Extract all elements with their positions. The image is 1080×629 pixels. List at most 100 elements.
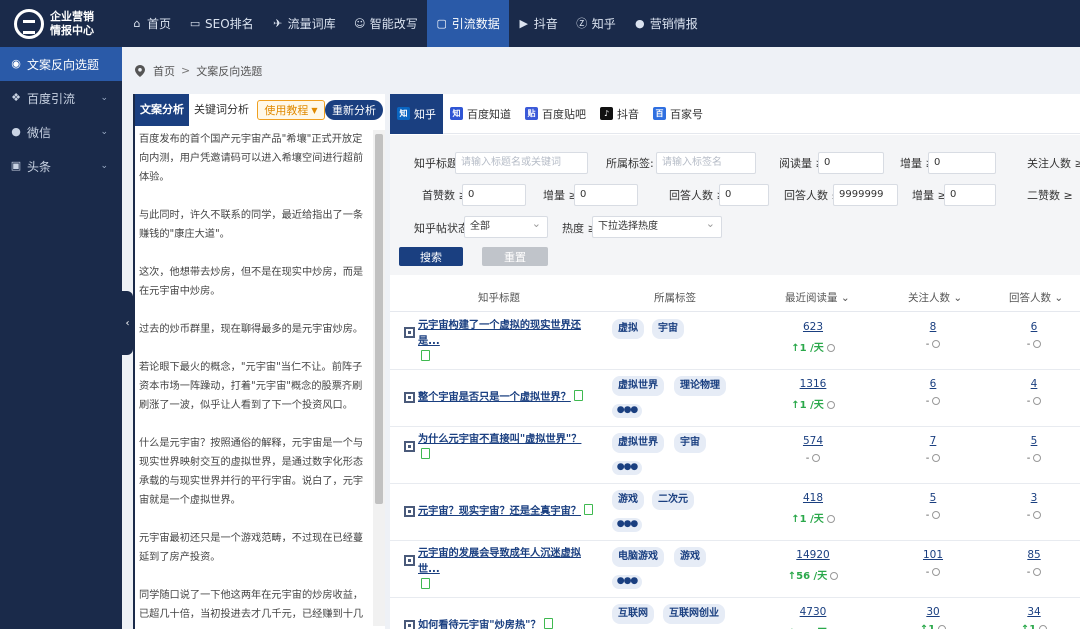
clock-icon[interactable] [1039, 625, 1048, 629]
reads-value[interactable]: 623 [783, 321, 843, 333]
clock-icon[interactable] [826, 515, 835, 523]
nav-item-3[interactable]: ☺ 智能改写 [345, 0, 427, 47]
col-answers[interactable]: 回答人数 ⌄ [1009, 290, 1063, 305]
clock-icon[interactable] [826, 344, 835, 352]
qrcode-icon[interactable] [404, 506, 415, 517]
answers-increment-input[interactable]: 0 [944, 184, 996, 206]
follows-value[interactable]: 8 [903, 321, 963, 333]
nav-item-6[interactable]: Ⓩ 知乎 [567, 0, 625, 47]
tag-chip[interactable]: 二次元 [652, 490, 694, 510]
clock-icon[interactable] [826, 401, 835, 409]
answers-value[interactable]: 4 [1004, 378, 1064, 390]
reset-button[interactable]: 重置 [482, 247, 548, 266]
row-title-link[interactable]: 元宇宙的发展会导致成年人沉迷虚拟世... [418, 546, 598, 594]
reads-value[interactable]: 4730 [783, 606, 843, 618]
more-tags-button[interactable]: ●●● [612, 518, 642, 532]
row-title-link[interactable]: 如何看待元宇宙"炒房热"？ [418, 618, 598, 629]
follows-value[interactable]: 6 [903, 378, 963, 390]
clock-icon[interactable] [830, 572, 839, 580]
answers-max-input[interactable]: 9999999 [833, 184, 898, 206]
platform-tab-3[interactable]: ♪ 抖音 [593, 94, 646, 134]
qrcode-icon[interactable] [404, 441, 415, 452]
answers-value[interactable]: 6 [1004, 321, 1064, 333]
nav-item-7[interactable]: ● 营销情报 [625, 0, 707, 47]
document-icon[interactable] [421, 448, 430, 459]
qrcode-icon[interactable] [404, 555, 415, 566]
nav-item-5[interactable]: ▶ 抖音 [509, 0, 567, 47]
tag-chip[interactable]: 游戏 [612, 490, 644, 510]
document-icon[interactable] [421, 578, 430, 589]
answers-value[interactable]: 85 [1004, 549, 1064, 561]
reads-value[interactable]: 574 [783, 435, 843, 447]
clock-icon[interactable] [1033, 397, 1042, 405]
qrcode-icon[interactable] [404, 620, 415, 629]
clock-icon[interactable] [1033, 340, 1042, 348]
row-title-link[interactable]: 为什么元宇宙不直接叫"虚拟世界"？ [418, 432, 598, 464]
sidebar-item-0[interactable]: ◉ 文案反向选题 [0, 47, 122, 81]
tag-chip[interactable]: 电脑游戏 [612, 547, 664, 567]
row-title-link[interactable]: 元宇宙构建了一个虚拟的现实世界还是... [418, 318, 598, 366]
more-tags-button[interactable]: ●●● [612, 404, 642, 418]
clock-icon[interactable] [932, 340, 941, 348]
tag-chip[interactable]: 理论物理 [674, 376, 726, 396]
tag-input[interactable]: 请输入标签名 [656, 152, 756, 174]
clock-icon[interactable] [1033, 511, 1042, 519]
clock-icon[interactable] [1033, 454, 1042, 462]
article-scrollbar-thumb[interactable] [375, 134, 383, 504]
col-reads[interactable]: 最近阅读量 ⌄ [785, 290, 850, 305]
clock-icon[interactable] [812, 454, 821, 462]
more-tags-button[interactable]: ●●● [612, 461, 642, 475]
qrcode-icon[interactable] [404, 327, 415, 338]
follows-value[interactable]: 30 [903, 606, 963, 618]
tab-keyword-analysis[interactable]: 关键词分析 [189, 94, 254, 126]
sidebar-item-1[interactable]: ❖ 百度引流 ⌄ [0, 81, 122, 115]
sidebar-item-3[interactable]: ▣ 头条 ⌄ [0, 149, 122, 183]
document-icon[interactable] [584, 504, 593, 515]
document-icon[interactable] [543, 618, 553, 629]
search-button[interactable]: 搜索 [399, 247, 463, 266]
nav-item-2[interactable]: ✈ 流量词库 [263, 0, 345, 47]
answers-min-input[interactable]: 0 [719, 184, 769, 206]
follows-value[interactable]: 7 [903, 435, 963, 447]
reads-min-input[interactable]: 0 [818, 152, 884, 174]
clock-icon[interactable] [932, 568, 941, 576]
clock-icon[interactable] [938, 625, 947, 629]
follows-value[interactable]: 101 [903, 549, 963, 561]
tag-chip[interactable]: 宇宙 [652, 319, 684, 339]
tag-chip[interactable]: 宇宙 [674, 433, 706, 453]
tag-chip[interactable]: 互联网创业 [663, 604, 725, 624]
answers-value[interactable]: 3 [1004, 492, 1064, 504]
nav-item-4[interactable]: ▢ 引流数据 [426, 0, 509, 47]
tab-copy-analysis[interactable]: 文案分析 [135, 94, 189, 126]
clock-icon[interactable] [1033, 568, 1042, 576]
brand-logo[interactable]: 企业营销 情报中心 [0, 0, 122, 47]
zhihu-title-input[interactable]: 请输入标题名或关键词 [455, 152, 588, 174]
clock-icon[interactable] [932, 454, 941, 462]
tutorial-button[interactable]: 使用教程 ▼ [257, 100, 325, 120]
tag-chip[interactable]: 虚拟 [612, 319, 644, 339]
row-title-link[interactable]: 元宇宙？现实宇宙？还是全真宇宙？ [418, 504, 598, 520]
tag-chip[interactable]: 游戏 [674, 547, 706, 567]
sidebar-item-2[interactable]: ● 微信 ⌄ [0, 115, 122, 149]
follows-value[interactable]: 5 [903, 492, 963, 504]
reads-value[interactable]: 1316 [783, 378, 843, 390]
reads-value[interactable]: 418 [783, 492, 843, 504]
platform-tab-1[interactable]: 知百度知道 [443, 94, 518, 134]
article-text[interactable]: 百度发布的首个国产元宇宙产品"希壤"正式开放定向内测，用户凭邀请码可以进入希壤空… [139, 130, 369, 625]
row-title-link[interactable]: 整个宇宙是否只是一个虚拟世界？ [418, 390, 598, 406]
post-status-select[interactable]: 全部 [464, 216, 548, 238]
document-icon[interactable] [421, 350, 430, 361]
qrcode-icon[interactable] [404, 392, 415, 403]
sidebar-collapse-button[interactable]: ‹ [122, 291, 133, 355]
answers-value[interactable]: 5 [1004, 435, 1064, 447]
tag-chip[interactable]: 虚拟世界 [612, 376, 664, 396]
tag-chip[interactable]: 虚拟世界 [612, 433, 664, 453]
reanalyze-button[interactable]: 重新分析 [325, 100, 383, 120]
more-tags-button[interactable]: ●●● [612, 575, 642, 589]
heat-select[interactable]: 下拉选择热度 [592, 216, 722, 238]
platform-tab-0[interactable]: 知知乎 [390, 93, 443, 134]
reads-increment-input[interactable]: 0 [928, 152, 996, 174]
platform-tab-2[interactable]: 贴百度贴吧 [518, 94, 593, 134]
document-icon[interactable] [573, 390, 583, 401]
clock-icon[interactable] [932, 511, 941, 519]
